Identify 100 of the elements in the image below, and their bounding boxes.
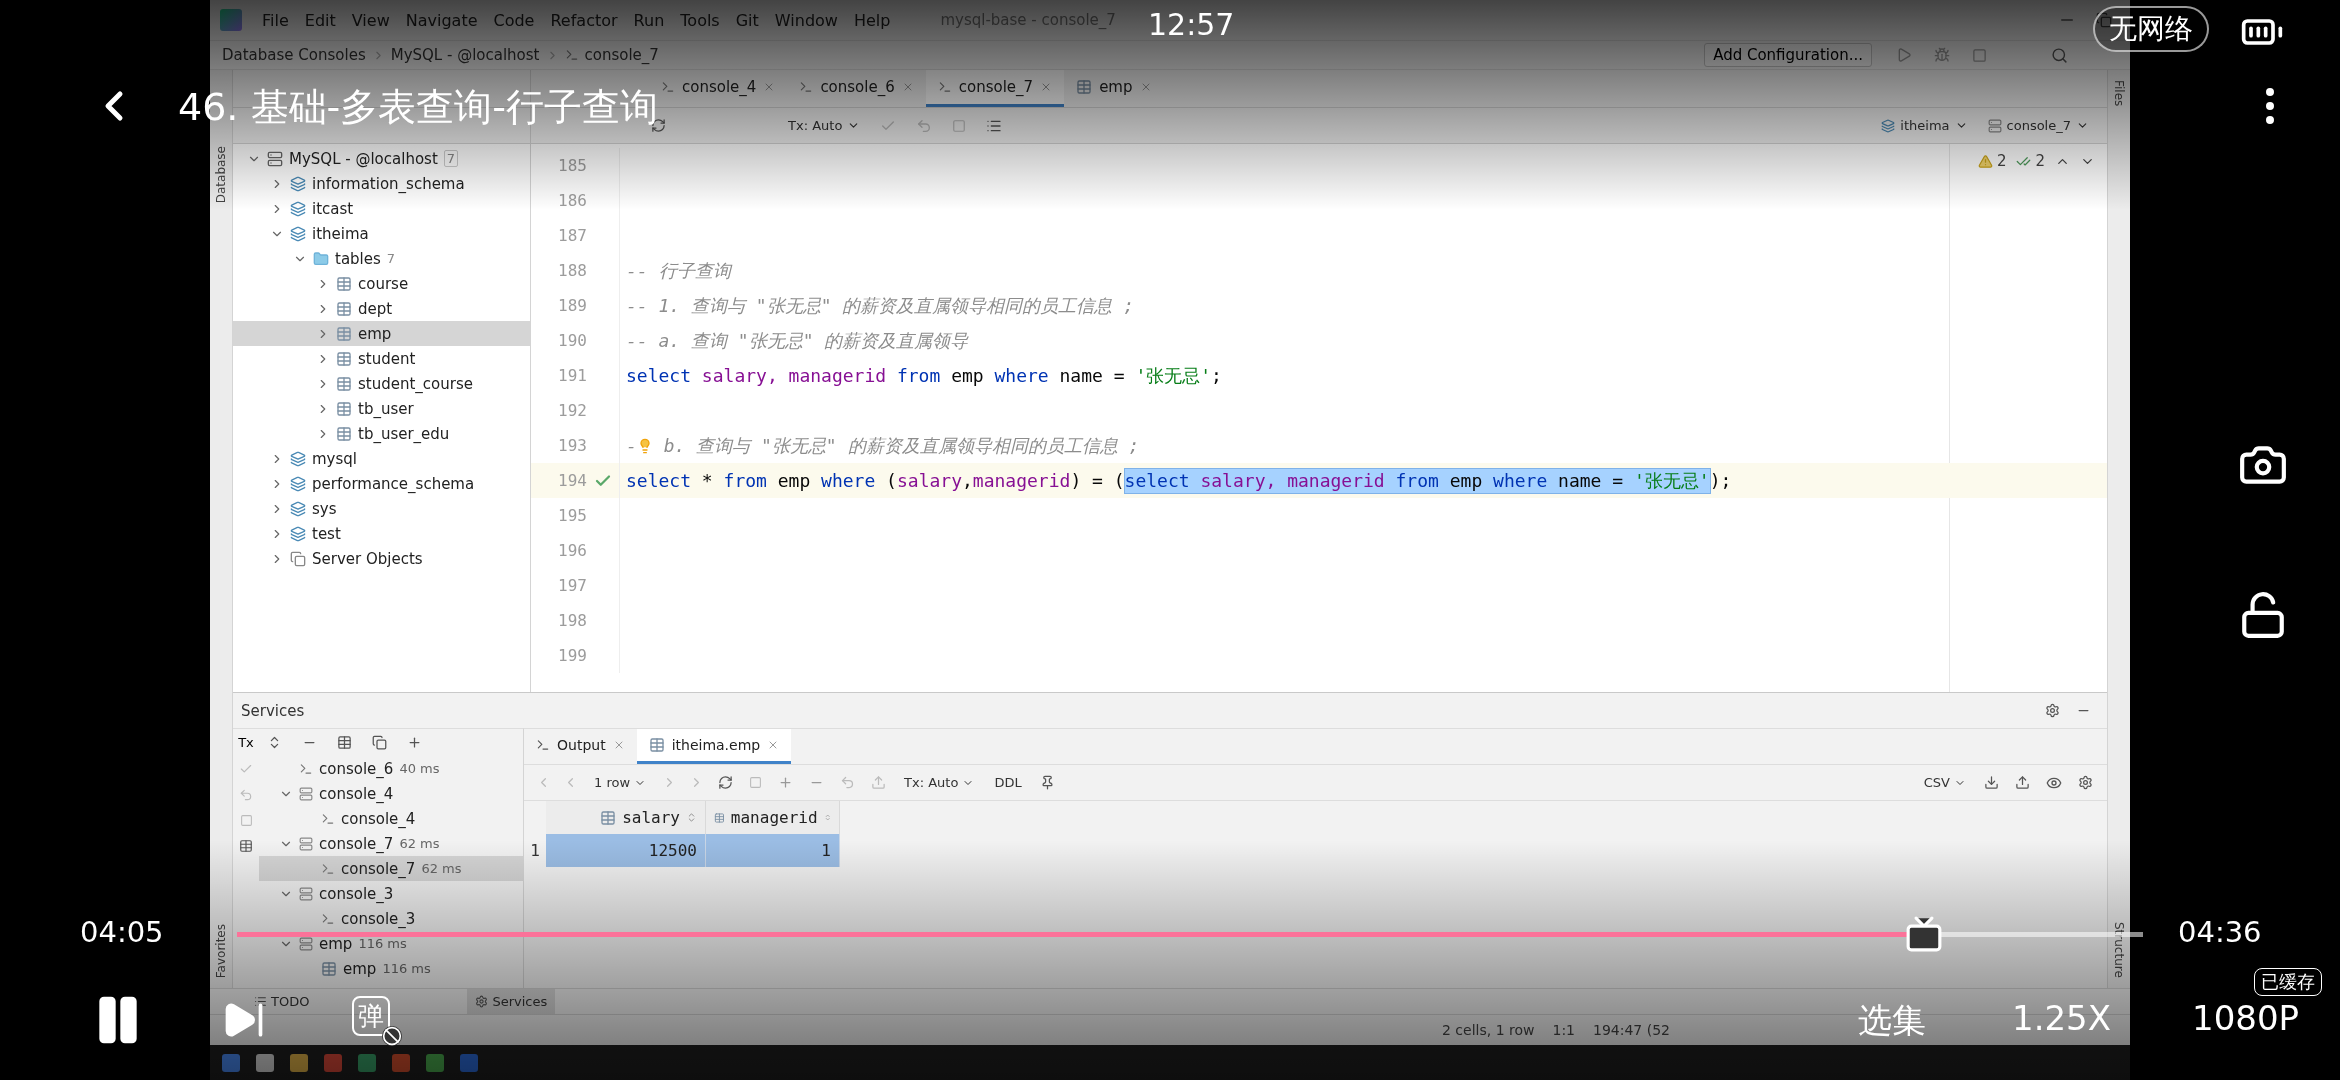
duration-text: 116 ms [358,936,407,951]
taskbar-app-icon[interactable] [426,1053,444,1072]
favorites-side-tab[interactable]: Favorites [214,919,228,982]
tree-item[interactable]: console_4 [259,781,523,806]
pin-icon[interactable] [1039,775,1055,790]
tree-item[interactable]: MySQL - @localhost 7 [233,146,530,171]
tree-item[interactable]: itcast [233,196,530,221]
table-cell[interactable]: 1 [706,834,840,867]
tree-item[interactable]: Server Objects [233,546,530,571]
row-count-dropdown[interactable]: 1 row [586,765,655,800]
item-count: 7 [443,150,459,167]
taskbar-app-icon[interactable] [256,1053,274,1072]
tree-item[interactable]: emp 116 ms [259,956,523,981]
console-icon [299,761,313,776]
line-number: 197 [557,576,587,595]
tree-item[interactable]: student_course [233,371,530,396]
editor-tab[interactable]: console_7 [925,70,1065,107]
tree-item[interactable]: mysql [233,446,530,471]
tree-item-label: information_schema [312,174,465,193]
ddl-button[interactable]: DDL [986,765,1030,800]
layout-icon[interactable] [239,839,253,853]
taskbar-app-icon[interactable] [290,1053,308,1072]
line-number: 192 [557,401,587,420]
tree-item[interactable]: console_3 [259,881,523,906]
result-tab[interactable]: Output [524,729,637,764]
search-icon[interactable] [2051,46,2068,64]
structure-side-tab[interactable]: Structure [2112,918,2126,982]
schema-icon [1881,118,1896,133]
column-header[interactable]: salary [546,801,706,834]
weak-warning-count[interactable]: 2 [2016,152,2045,170]
editor-tab[interactable]: console_6 [787,70,926,107]
breadcrumb[interactable]: MySQL - @localhost [390,46,540,64]
schema-icon [290,450,306,467]
line-number: 187 [557,226,587,245]
line-number: 189 [557,296,587,315]
warning-count[interactable]: 2 [1977,152,2007,170]
transaction-mode-dropdown[interactable]: Tx: Auto [896,765,983,800]
table-icon [336,275,352,292]
restore-icon[interactable] [2096,12,2112,28]
upload-icon[interactable] [2015,775,2030,790]
list-icon [254,995,267,1008]
settings-icon[interactable] [2078,775,2093,790]
tree-item[interactable]: course [233,271,530,296]
tree-item[interactable]: itheima [233,221,530,246]
tree-item[interactable]: performance_schema [233,471,530,496]
code-text: ); [1709,470,1732,491]
tree-item[interactable]: student [233,346,530,371]
line-number: 196 [557,541,587,560]
tree-item[interactable]: tables 7 [233,246,530,271]
add-configuration-button[interactable]: Add Configuration... [1704,43,1872,67]
tree-item[interactable]: emp [233,321,530,346]
tool-window-tab[interactable]: TODO [246,989,318,1014]
settings-icon[interactable] [2045,703,2060,718]
clock-text: 12:57 [1148,8,1235,43]
database-side-tab[interactable]: Database [214,142,228,208]
tree-item[interactable]: test [233,521,530,546]
row-number: 1 [529,840,541,862]
session-icon [299,786,313,801]
breadcrumb[interactable]: console_7 [584,46,659,64]
schema-icon [290,475,306,492]
status-text: 2 cells, 1 row [1442,1022,1535,1038]
transaction-mode-dropdown[interactable]: Tx: Auto [780,118,869,133]
tree-item[interactable]: dept [233,296,530,321]
editor-tab[interactable]: emp [1064,70,1164,107]
column-header[interactable]: managerid [706,801,840,834]
quality-button[interactable]: 1080P [2192,998,2300,1038]
table-icon [336,300,352,317]
transaction-button[interactable]: Tx [238,735,254,750]
tree-item-label: console_3 [319,884,394,903]
files-side-tab[interactable]: Files [2112,76,2126,111]
schema-icon [290,225,306,242]
breadcrumb[interactable]: Database Consoles [222,46,366,64]
export-format-dropdown[interactable]: CSV [1915,765,1974,800]
result-tab[interactable]: itheima.emp [636,729,792,764]
tree-item[interactable]: tb_user_edu [233,421,530,446]
table-cell[interactable]: 12500 [546,834,706,867]
tree-item[interactable]: emp 116 ms [259,931,523,956]
console-icon [799,80,814,94]
session-dropdown[interactable]: console_7 [1979,118,2097,133]
tree-item-label: tb_user_edu [358,424,450,443]
tree-item[interactable]: console_4 [259,806,523,831]
tree-item[interactable]: console_7 62 ms [259,856,523,881]
tree-item[interactable]: information_schema [233,171,530,196]
schema-dropdown[interactable]: itheima [1873,118,1976,133]
tree-item[interactable]: console_3 [259,906,523,931]
ban-icon[interactable] [382,1026,402,1046]
refresh-icon[interactable] [718,775,734,790]
add-row-icon[interactable] [778,775,794,790]
download-icon[interactable] [1984,775,1999,790]
playhead-icon[interactable] [1904,915,1943,953]
line-number: 186 [557,191,587,210]
tree-item[interactable]: console_6 40 ms [259,756,523,781]
tool-window-tab[interactable]: Services [467,989,556,1014]
tree-item[interactable]: console_7 62 ms [259,831,523,856]
tree-item-label: emp [358,324,392,343]
console-icon [321,861,335,876]
tree-item[interactable]: sys [233,496,530,521]
tree-item[interactable]: tb_user [233,396,530,421]
code-text: -- 1. 查询与 "张无忌" 的薪资及直属领导相同的员工信息 ; [626,293,1135,318]
add-icon[interactable] [407,735,422,750]
